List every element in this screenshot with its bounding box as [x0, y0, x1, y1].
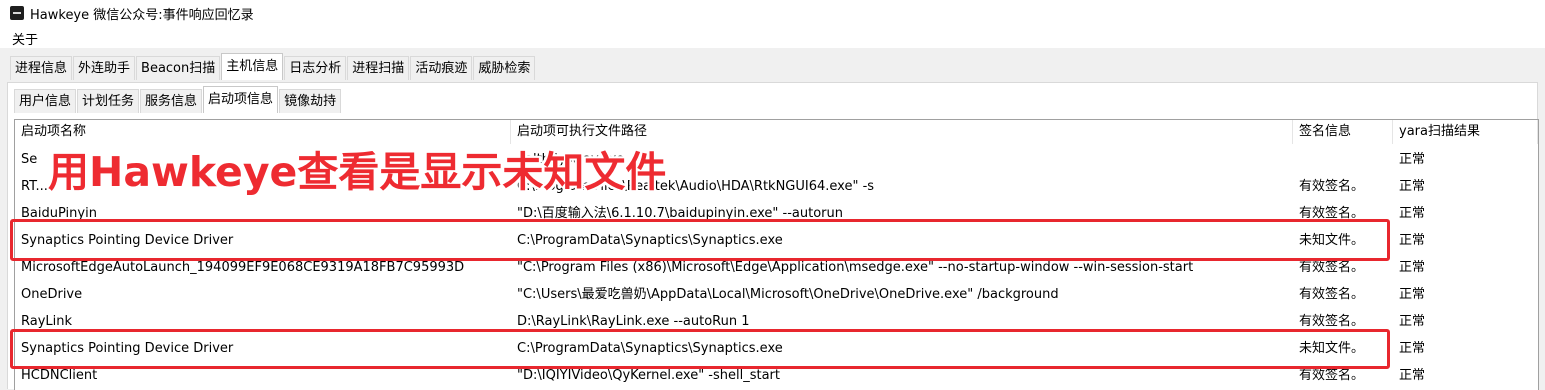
menu-bar: 关于 — [0, 26, 1545, 48]
signature-cell: 有效签名。 — [1299, 314, 1365, 329]
main-tab-3[interactable]: 主机信息 — [221, 53, 284, 80]
app-icon — [10, 6, 24, 20]
startup-path-cell: "C:\Program Files (x86)\Microsoft\Edge\A… — [517, 260, 1194, 275]
startup-name-cell: RayLink — [21, 314, 73, 329]
column-header-signature[interactable]: 签名信息 — [1293, 120, 1393, 144]
signature-cell — [1293, 147, 1393, 173]
startup-path-cell: "D:\百度输入法\6.1.10.7\baidupinyin.exe" --au… — [517, 206, 843, 221]
table-row[interactable]: BaiduPinyin "D:\百度输入法\6.1.10.7\baidupinyi… — [15, 201, 1538, 227]
menu-about[interactable]: 关于 — [12, 29, 38, 48]
startup-name-cell: MicrosoftEdgeAutoLaunch_194099EF9E068CE9… — [21, 260, 465, 275]
sub-tab-2[interactable]: 服务信息 — [140, 89, 203, 113]
yara-result-cell: 正常 — [1399, 368, 1426, 383]
table-row[interactable]: HCDNClient "D:\IQIYIVideo\QyKernel.exe" -… — [15, 363, 1538, 389]
startup-name-cell: BaiduPinyin — [21, 206, 97, 221]
main-tab-7[interactable]: 威胁检索 — [473, 56, 536, 80]
main-tab-5[interactable]: 进程扫描 — [347, 56, 410, 80]
startup-path-cell: "D:\IQIYIVideo\QyKernel.exe" -shell_star… — [517, 368, 781, 383]
table-row[interactable]: MicrosoftEdgeAutoLaunch_194099EF9E068CE9… — [15, 255, 1538, 281]
signature-cell: 未知文件。 — [1299, 341, 1365, 356]
startup-name-cell: HCDNClient — [21, 368, 98, 383]
yara-result-cell: 正常 — [1399, 152, 1426, 167]
yara-result-cell: 正常 — [1399, 341, 1426, 356]
startup-path-cell: "C:\Users\最爱吃兽奶\AppData\Local\Microsoft\… — [517, 287, 1059, 302]
window-title: Hawkeye 微信公众号:事件响应回忆录 — [30, 8, 254, 23]
startup-name-cell: Synaptics Pointing Device Driver — [21, 233, 234, 248]
sub-tab-4[interactable]: 镜像劫持 — [279, 89, 342, 113]
yara-result-cell: 正常 — [1399, 179, 1426, 194]
main-tab-strip: 进程信息 外连助手 Beacon扫描 主机信息 日志分析 进程扫描 活动痕迹 威胁检索 — [10, 53, 536, 82]
startup-path-cell: D:\RayLink\RayLink.exe --autoRun 1 — [517, 314, 750, 329]
sub-tab-3[interactable]: 启动项信息 — [203, 86, 279, 113]
table-row[interactable]: RayLink D:\RayLink\RayLink.exe --autoRun … — [15, 309, 1538, 335]
signature-cell: 有效签名。 — [1299, 287, 1365, 302]
signature-cell: 有效签名。 — [1299, 206, 1365, 221]
startup-name-cell: Synaptics Pointing Device Driver — [21, 341, 234, 356]
signature-cell: 未知文件。 — [1299, 233, 1365, 248]
yara-result-cell: 正常 — [1399, 206, 1426, 221]
sub-tab-0[interactable]: 用户信息 — [14, 89, 77, 113]
yara-result-cell: 正常 — [1399, 314, 1426, 329]
table-row[interactable]: Synaptics Pointing Device Driver C:\Progr… — [15, 336, 1538, 362]
signature-cell: 有效签名。 — [1299, 368, 1365, 383]
sub-tab-strip: 用户信息 计划任务 服务信息 启动项信息 镜像劫持 — [14, 86, 342, 114]
title-bar: Hawkeye 微信公众号:事件响应回忆录 — [0, 0, 1545, 26]
main-tab-6[interactable]: 活动痕迹 — [410, 56, 473, 80]
annotation-overlay-text: 用Hawkeye查看是显示未知文件 — [48, 148, 667, 196]
signature-cell: 有效签名。 — [1299, 260, 1365, 275]
table-row[interactable]: OneDrive "C:\Users\最爱吃兽奶\AppData\Local\Mi… — [15, 282, 1538, 308]
main-tab-0[interactable]: 进程信息 — [10, 56, 73, 80]
column-header-yara[interactable]: yara扫描结果 — [1393, 120, 1538, 144]
table-row[interactable]: Synaptics Pointing Device Driver C:\Progr… — [15, 228, 1538, 254]
startup-path-cell: C:\ProgramData\Synaptics\Synaptics.exe — [517, 233, 783, 248]
yara-result-cell: 正常 — [1399, 287, 1426, 302]
main-tab-4[interactable]: 日志分析 — [284, 56, 347, 80]
yara-result-cell: 正常 — [1399, 260, 1426, 275]
startup-name-cell: OneDrive — [21, 287, 83, 302]
main-tab-1[interactable]: 外连助手 — [73, 56, 136, 80]
yara-result-cell: 正常 — [1399, 233, 1426, 248]
startup-path-cell: C:\ProgramData\Synaptics\Synaptics.exe — [517, 341, 783, 356]
sub-tab-1[interactable]: 计划任务 — [77, 89, 140, 113]
main-tab-2[interactable]: Beacon扫描 — [136, 56, 221, 80]
signature-cell: 有效签名。 — [1299, 179, 1365, 194]
